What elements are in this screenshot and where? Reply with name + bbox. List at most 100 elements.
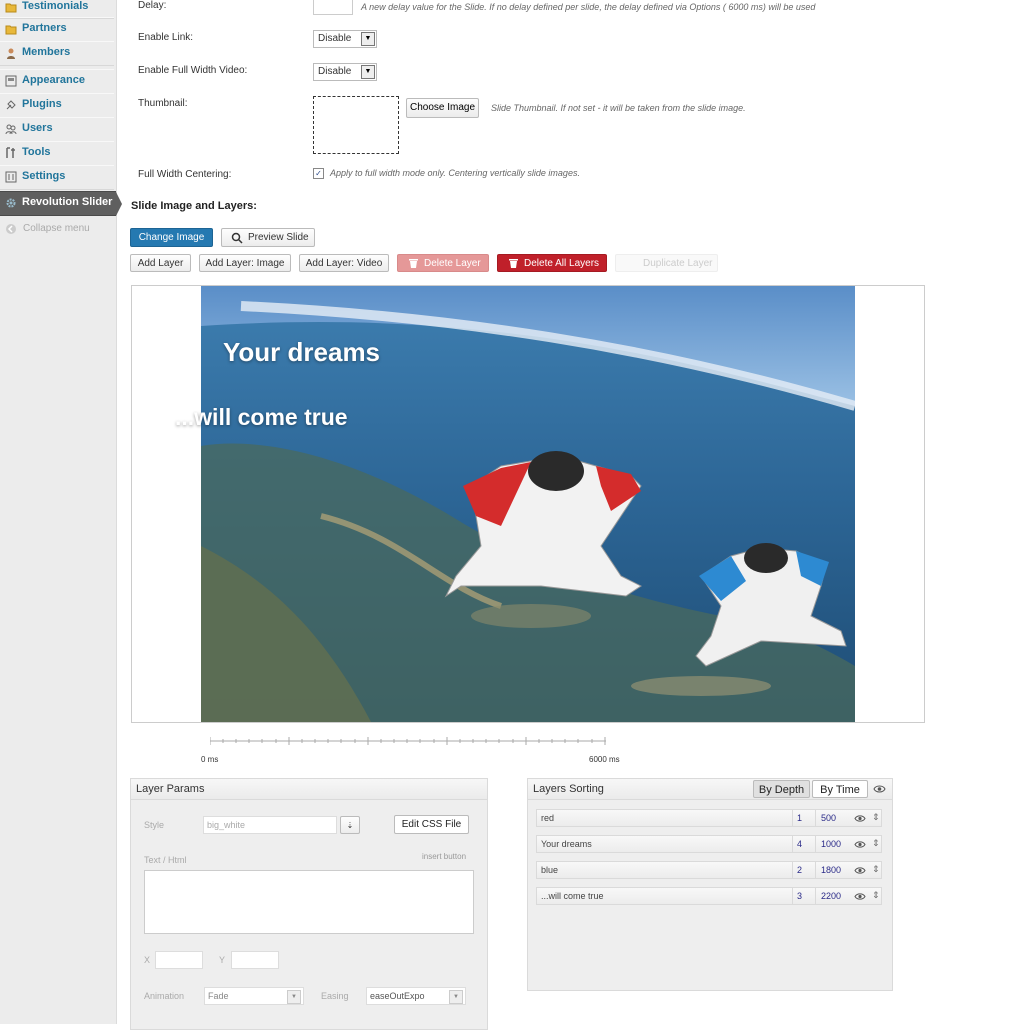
sort-by-time-button[interactable]: By Time	[812, 780, 868, 798]
insert-button-link[interactable]: insert button	[422, 852, 466, 861]
users-icon	[5, 124, 17, 135]
y-label: Y	[219, 955, 226, 965]
preview-slide-button[interactable]: Preview Slide	[221, 228, 315, 247]
sidebar-item-members[interactable]: Members	[0, 41, 114, 66]
drag-handle-icon[interactable]: ⇕	[872, 864, 880, 875]
style-input[interactable]: big_white	[203, 816, 337, 834]
layers-sorting-title: Layers Sorting	[533, 783, 604, 795]
delete-layer-button[interactable]: Delete Layer	[397, 254, 489, 272]
slide-editor-frame: Your dreams ...will come true	[131, 285, 925, 723]
sidebar-item-revolution-slider[interactable]: Revolution Slider	[0, 191, 122, 216]
drag-handle-icon[interactable]: ⇕	[872, 838, 880, 849]
edit-css-button[interactable]: Edit CSS File	[394, 815, 469, 834]
row-divider	[815, 836, 816, 852]
layer-time: 1800	[821, 865, 842, 875]
style-dropdown-button[interactable]: ⇣	[340, 816, 360, 834]
text-html-textarea[interactable]	[144, 870, 474, 934]
layer-depth: 2	[797, 865, 803, 875]
collapse-menu-button[interactable]: Collapse menu	[5, 222, 115, 236]
layer-row[interactable]: blue 2 1800 ⇕	[536, 861, 882, 879]
thumbnail-placeholder[interactable]	[313, 96, 399, 154]
duplicate-layer-button[interactable]: Duplicate Layer	[615, 254, 718, 272]
section-heading: Slide Image and Layers:	[131, 200, 257, 212]
tools-icon	[6, 147, 15, 158]
enable-link-value: Disable	[318, 33, 352, 44]
timeline-start-label: 0 ms	[201, 755, 219, 764]
delete-layer-label: Delete Layer	[424, 258, 481, 269]
collapse-menu-label: Collapse menu	[23, 223, 90, 234]
caption-your-dreams[interactable]: Your dreams	[223, 337, 380, 368]
timeline-ruler[interactable]	[209, 737, 606, 746]
timeline-ticks	[209, 737, 606, 745]
full-width-centering-checkbox[interactable]: ✓	[313, 168, 324, 179]
row-divider	[815, 888, 816, 904]
trash-icon	[409, 259, 418, 268]
caption-will-come-true[interactable]: ...will come true	[175, 404, 348, 431]
delete-all-layers-label: Delete All Layers	[524, 258, 600, 269]
sidebar-item-label: Partners	[22, 22, 67, 34]
sidebar-item-partners[interactable]: Partners	[0, 17, 114, 42]
x-label: X	[144, 955, 151, 965]
sidebar-item-tools[interactable]: Tools	[0, 141, 114, 166]
eye-icon[interactable]	[854, 814, 866, 823]
eye-icon[interactable]	[854, 866, 866, 875]
change-image-button[interactable]: Change Image	[130, 228, 213, 247]
sidebar-item-appearance[interactable]: Appearance	[0, 69, 114, 94]
folder-icon	[5, 25, 17, 35]
layer-row[interactable]: Your dreams 4 1000 ⇕	[536, 835, 882, 853]
full-width-video-select[interactable]: Disable ▼	[313, 63, 377, 81]
sidebar-item-settings[interactable]: Settings	[0, 165, 114, 190]
layer-row[interactable]: red 1 500 ⇕	[536, 809, 882, 827]
settings-icon	[5, 171, 17, 183]
layers-sorting-panel: Layers Sorting By Depth By Time red 1 50…	[527, 778, 893, 991]
layer-name: ...will come true	[541, 891, 604, 901]
appearance-icon	[5, 75, 17, 87]
arrow-down-icon: ⇣	[346, 821, 354, 830]
layer-depth: 1	[797, 813, 803, 823]
sidebar-item-label: Settings	[22, 170, 66, 182]
row-divider	[792, 836, 793, 852]
choose-image-button[interactable]: Choose Image	[406, 98, 479, 118]
layer-row[interactable]: ...will come true 3 2200 ⇕	[536, 887, 882, 905]
enable-link-select[interactable]: Disable ▼	[313, 30, 377, 48]
delay-input[interactable]	[313, 0, 353, 15]
layer-name: Your dreams	[541, 839, 592, 849]
easing-value: easeOutExpo	[370, 991, 425, 1001]
layer-depth: 3	[797, 891, 803, 901]
thumbnail-label: Thumbnail:	[138, 98, 188, 109]
sidebar-item-label: Plugins	[22, 98, 62, 110]
layer-params-header: Layer Params	[131, 779, 487, 800]
layer-name: blue	[541, 865, 559, 875]
style-value: big_white	[207, 820, 246, 830]
sidebar-item-label: Tools	[22, 146, 51, 158]
easing-select[interactable]: easeOutExpo ▼	[366, 987, 466, 1005]
sidebar-item-users[interactable]: Users	[0, 117, 114, 142]
full-width-centering-help: Apply to full width mode only. Centering…	[330, 168, 580, 178]
animation-select[interactable]: Fade ▼	[204, 987, 304, 1005]
add-layer-image-button[interactable]: Add Layer: Image	[199, 254, 291, 272]
drag-handle-icon[interactable]: ⇕	[872, 890, 880, 901]
animation-value: Fade	[208, 991, 229, 1001]
sort-by-depth-button[interactable]: By Depth	[753, 780, 810, 798]
eye-icon[interactable]	[854, 840, 866, 849]
eye-icon[interactable]	[873, 784, 886, 794]
trash-icon	[509, 259, 518, 268]
thumbnail-help: Slide Thumbnail. If not set - it will be…	[491, 103, 746, 113]
chevron-down-icon: ▼	[287, 990, 301, 1004]
x-input[interactable]	[155, 951, 203, 969]
active-indicator	[116, 192, 122, 216]
sidebar-item-plugins[interactable]: Plugins	[0, 93, 114, 118]
y-input[interactable]	[231, 951, 279, 969]
delete-all-layers-button[interactable]: Delete All Layers	[497, 254, 607, 272]
row-divider	[792, 862, 793, 878]
eye-icon[interactable]	[854, 892, 866, 901]
admin-sidebar: Testimonials Partners Members Appearance…	[0, 0, 122, 1024]
add-layer-video-button[interactable]: Add Layer: Video	[299, 254, 389, 272]
drag-handle-icon[interactable]: ⇕	[872, 812, 880, 823]
text-html-label: Text / Html	[144, 855, 187, 865]
delay-help: A new delay value for the Slide. If no d…	[361, 2, 816, 12]
animation-label: Animation	[144, 991, 185, 1001]
add-layer-button[interactable]: Add Layer	[130, 254, 191, 272]
layer-time: 500	[821, 813, 837, 823]
duplicate-layer-label: Duplicate Layer	[643, 258, 713, 269]
